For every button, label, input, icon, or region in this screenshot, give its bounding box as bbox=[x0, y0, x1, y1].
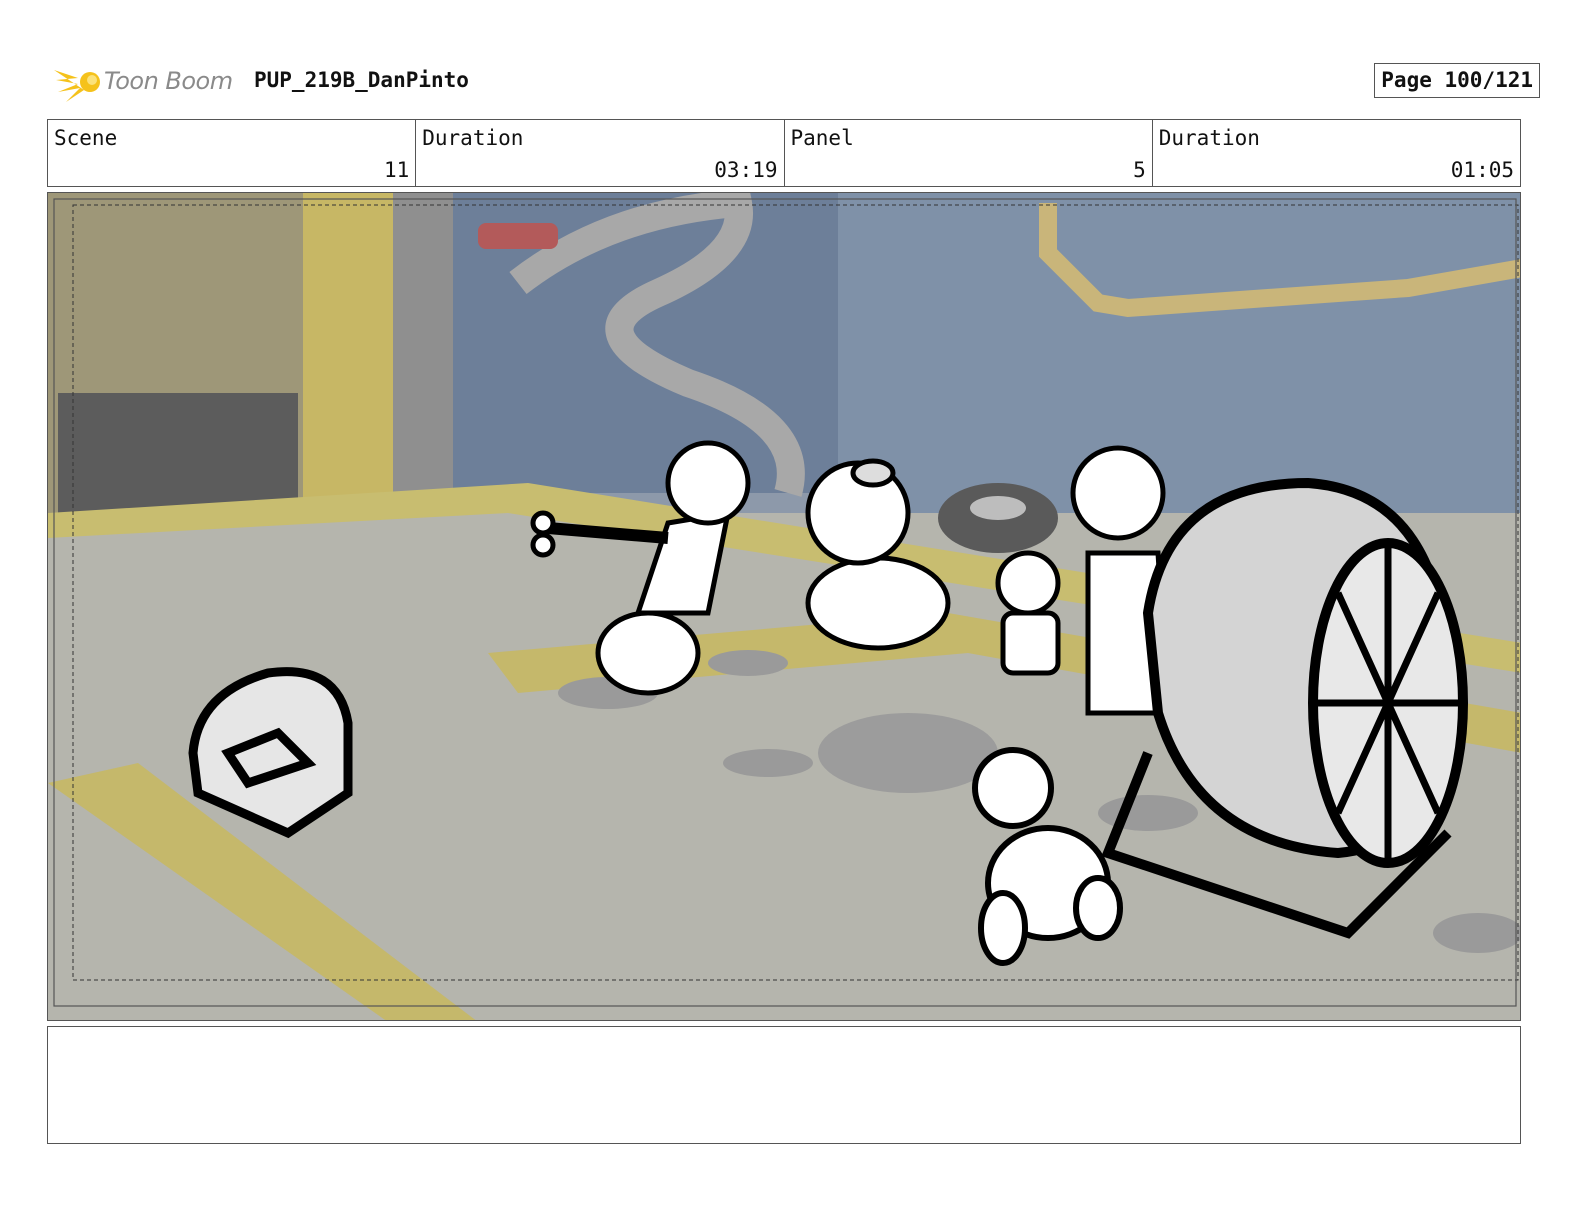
scene-duration-label: Duration bbox=[422, 126, 524, 150]
scene-duration-value: 03:19 bbox=[714, 158, 778, 182]
panel-duration-cell: Duration 01:05 bbox=[1153, 120, 1520, 186]
panel-notes-box bbox=[47, 1026, 1521, 1144]
scene-duration-cell: Duration 03:19 bbox=[416, 120, 785, 186]
brand-logo: Toon Boom bbox=[52, 56, 233, 106]
panel-artwork bbox=[48, 193, 1520, 1020]
storyboard-panel bbox=[47, 192, 1521, 1021]
scene-label: Scene bbox=[54, 126, 118, 150]
scene-info-table: Scene 11 Duration 03:19 Panel 5 Duration… bbox=[47, 119, 1521, 187]
panel-value: 5 bbox=[1133, 158, 1146, 182]
panel-cell: Panel 5 bbox=[785, 120, 1153, 186]
scene-cell: Scene 11 bbox=[48, 120, 417, 186]
panel-duration-value: 01:05 bbox=[1450, 158, 1514, 182]
panel-label: Panel bbox=[790, 126, 854, 150]
page-indicator: Page 100/121 bbox=[1374, 63, 1540, 98]
scene-value: 11 bbox=[383, 158, 410, 182]
brand-name: Toon Boom bbox=[104, 67, 233, 95]
project-title: PUP_219B_DanPinto bbox=[254, 68, 469, 92]
dog-sketch-3 bbox=[995, 550, 1061, 676]
panel-duration-label: Duration bbox=[1158, 126, 1260, 150]
toon-boom-logo-icon bbox=[54, 70, 100, 102]
page-header: Toon Boom PUP_219B_DanPinto Page 100/121 bbox=[52, 56, 1540, 106]
